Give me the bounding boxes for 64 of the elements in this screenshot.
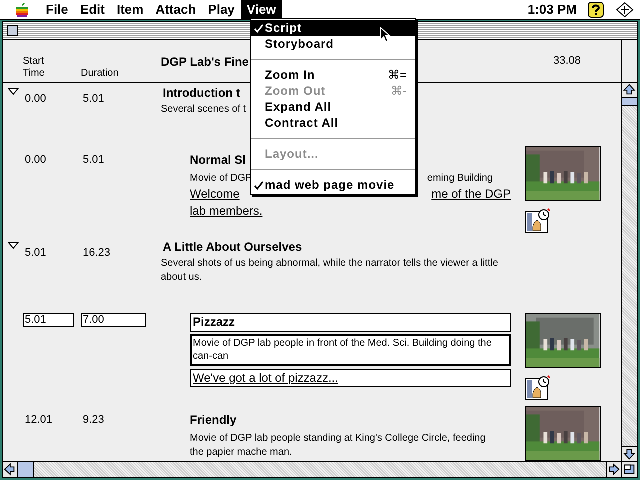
duration: 16.23 (82, 246, 112, 259)
application-icon[interactable] (616, 2, 634, 18)
clip-title: Friendly (190, 412, 237, 428)
clip-title-field[interactable]: Pizzazz (190, 312, 511, 332)
sequence-description: Several scenes of t (161, 104, 246, 115)
apple-logo-icon[interactable] (15, 2, 29, 18)
shortcut: ⌘= (388, 67, 407, 84)
menu-item[interactable]: Zoom In ⌘= (251, 67, 415, 83)
scroll-down-arrow-icon[interactable] (622, 446, 637, 461)
duration: 5.01 (82, 154, 106, 166)
sequence-title: A Little About Ourselves (162, 238, 302, 255)
sequence-title: Introduction t (162, 85, 240, 101)
column-header: Start (23, 56, 46, 68)
cursor-icon (380, 27, 392, 44)
start-time: 12.01 (24, 414, 54, 426)
start-time: 5.01 (24, 246, 48, 259)
sequence-description: Several shots of us being abnormal, while the narrator tells the viewer a little about us. (161, 258, 498, 283)
resize-icon[interactable] (621, 462, 637, 477)
duration-field[interactable]: 7.00 (81, 312, 146, 327)
start-time: 0.00 (24, 154, 48, 166)
menu-title[interactable]: File (40, 0, 74, 20)
narration-text: lab members. (190, 204, 263, 218)
movie-title: DGP Lab's Fine (161, 54, 249, 71)
disclosure-triangle-icon[interactable] (8, 242, 18, 249)
column-header: Time (23, 68, 46, 80)
menu-title[interactable]: Item (110, 0, 150, 20)
scroll-left-arrow-icon[interactable] (3, 462, 18, 477)
clip-description: eming Building (427, 172, 493, 186)
clip-description: Movie of DGP lab people standing at King's College Circle, feeding the papier mache man. (190, 432, 486, 458)
menu-item[interactable]: Expand All (251, 99, 415, 115)
scroll-right-arrow-icon[interactable] (606, 462, 621, 477)
disclosure-triangle-icon[interactable] (8, 88, 18, 95)
help-icon[interactable] (588, 2, 604, 18)
menu-item[interactable]: Contract All (251, 115, 415, 131)
clip-description-field[interactable]: Movie of DGP lab people in front of the Med. Sci. Building doing the can-can (190, 334, 511, 366)
menu-item[interactable]: Script (251, 20, 415, 36)
vertical-scrollbar[interactable] (622, 83, 637, 461)
clip-title: Normal Sl (190, 152, 246, 168)
scroll-thumb[interactable] (18, 462, 34, 477)
close-box[interactable] (7, 25, 18, 36)
menu-title[interactable]: Edit (74, 0, 111, 20)
shortcut: ⌘- (391, 83, 407, 100)
duration: 9.23 (82, 414, 106, 426)
menu-title[interactable]: Attach (150, 0, 202, 20)
menu-item[interactable]: Storyboard (251, 36, 415, 52)
clock: 1:03 PM (528, 0, 577, 19)
scroll-up-arrow-icon[interactable] (622, 83, 637, 98)
checkmark-icon (254, 180, 265, 190)
narration-text: me of the DGP (432, 186, 511, 204)
menu-title[interactable]: Play (202, 0, 241, 20)
start-time: 0.00 (24, 93, 48, 105)
menu-title[interactable]: View (240, 0, 282, 20)
film-clock-icon[interactable] (525, 207, 551, 234)
narration-text: Welcome (190, 186, 240, 204)
total-duration: 33.08 (553, 54, 581, 69)
menu-item[interactable]: mad web page movie (251, 177, 415, 193)
checkmark-icon (254, 24, 265, 32)
horizontal-scrollbar[interactable] (3, 462, 621, 477)
start-field[interactable]: 5.01 (23, 312, 74, 327)
duration: 5.01 (82, 93, 106, 105)
narration-field[interactable]: We've got a lot of pizzazz... (190, 368, 511, 387)
scroll-thumb[interactable] (622, 98, 637, 106)
column-header: Duration (81, 68, 120, 80)
film-clock-icon[interactable] (525, 374, 551, 400)
